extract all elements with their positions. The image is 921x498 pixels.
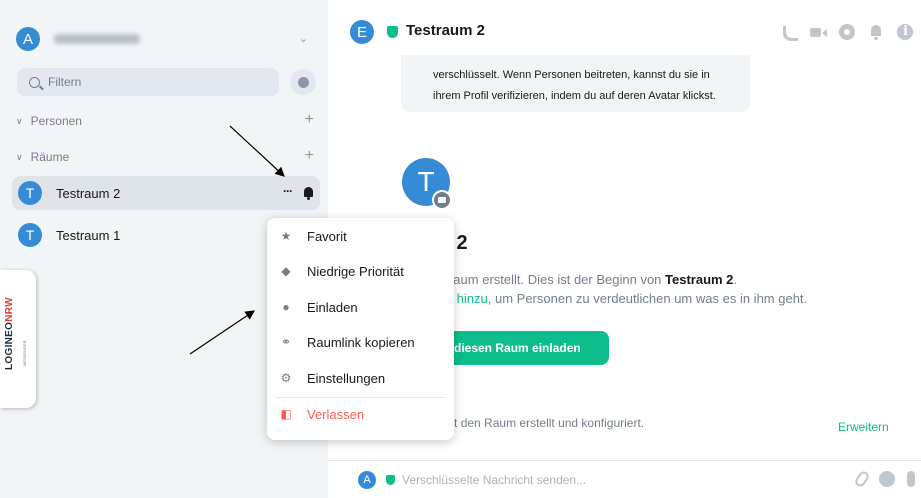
composer-avatar: A xyxy=(358,471,376,489)
notice-line-1: verschlüsselt. Wenn Personen beitreten, … xyxy=(433,69,710,81)
brand-sub: MESSENGER xyxy=(22,340,27,366)
room-header-avatar[interactable]: E xyxy=(350,20,374,44)
section-rooms[interactable]: ∨ Räume + xyxy=(16,147,318,167)
menu-item-low-priority[interactable]: ◆ Niedrige Priorität xyxy=(279,261,447,281)
leave-icon: ◧ xyxy=(280,407,292,421)
room-header-title[interactable]: Testraum 2 xyxy=(406,22,485,39)
explore-rooms-button[interactable] xyxy=(290,69,316,95)
room-tile-testraum-2[interactable]: T Testraum 2 ··· xyxy=(12,176,320,210)
emoji-icon[interactable] xyxy=(879,471,895,487)
room-context-menu: ★ Favorit ◆ Niedrige Priorität ● Einlade… xyxy=(267,218,454,440)
compass-icon xyxy=(297,76,309,88)
room-avatar: T xyxy=(18,181,42,205)
message-composer: A Verschlüsselte Nachricht senden... xyxy=(328,460,921,498)
microphone-icon[interactable] xyxy=(907,471,915,487)
brand-tab[interactable]: LOGINEONRW MESSENGER xyxy=(0,270,36,408)
expand-link[interactable]: Erweitern xyxy=(838,420,889,434)
notification-bell-icon[interactable] xyxy=(304,187,313,200)
room-intro-topic: n Thema hinzu, um Personen zu verdeutlic… xyxy=(402,291,807,306)
section-people-label: Personen xyxy=(30,114,82,128)
threads-icon[interactable] xyxy=(839,24,855,40)
video-icon[interactable] xyxy=(810,24,826,40)
menu-item-leave[interactable]: ◧ Verlassen xyxy=(279,404,447,424)
attachment-icon[interactable] xyxy=(853,469,871,489)
user-name-redacted xyxy=(54,34,140,44)
room-avatar: T xyxy=(18,223,42,247)
user-menu[interactable]: A ⌄ xyxy=(16,24,316,54)
camera-icon[interactable] xyxy=(432,190,452,210)
shield-icon xyxy=(387,26,398,38)
room-name: Testraum 2 xyxy=(56,185,121,201)
user-avatar[interactable]: A xyxy=(16,27,40,51)
room-options-button[interactable]: ··· xyxy=(283,184,293,198)
brand-logo: LOGINEONRW xyxy=(4,297,15,370)
add-room-button[interactable]: + xyxy=(305,147,314,165)
filter-placeholder: Filtern xyxy=(48,75,82,89)
menu-item-invite[interactable]: ● Einladen xyxy=(279,297,447,317)
chevron-down-icon: ∨ xyxy=(16,151,23,162)
section-people[interactable]: ∨ Personen + xyxy=(16,111,318,131)
composer-actions xyxy=(853,469,915,489)
menu-item-copy-link[interactable]: ⚭ Raumlink kopieren xyxy=(279,332,447,352)
low-priority-icon: ◆ xyxy=(281,264,291,278)
section-rooms-label: Räume xyxy=(30,150,70,164)
menu-item-favorite[interactable]: ★ Favorit xyxy=(279,226,447,246)
room-name: Testraum 1 xyxy=(56,227,121,243)
menu-item-settings[interactable]: ⚙ Einstellungen xyxy=(279,368,447,388)
chevron-down-icon: ∨ xyxy=(16,115,23,126)
gear-icon: ⚙ xyxy=(280,371,292,385)
notice-line-2: ihrem Profil verifizieren, indem du auf … xyxy=(433,90,716,102)
room-header-actions xyxy=(781,24,913,41)
phone-icon[interactable] xyxy=(781,24,798,41)
bell-icon[interactable] xyxy=(868,24,884,40)
search-icon xyxy=(29,76,40,88)
info-icon[interactable] xyxy=(897,24,913,40)
menu-divider xyxy=(275,397,446,398)
message-input[interactable]: Verschlüsselte Nachricht senden... xyxy=(402,473,586,487)
encryption-notice: verschlüsselt. Wenn Personen beitreten, … xyxy=(401,55,750,112)
add-person-button[interactable]: + xyxy=(305,111,314,129)
star-icon: ★ xyxy=(280,229,292,243)
link-icon: ⚭ xyxy=(280,335,292,349)
invite-icon: ● xyxy=(282,300,290,314)
chevron-down-icon[interactable]: ⌄ xyxy=(299,32,308,45)
shield-icon xyxy=(386,475,395,485)
filter-input[interactable]: Filtern xyxy=(17,68,279,96)
